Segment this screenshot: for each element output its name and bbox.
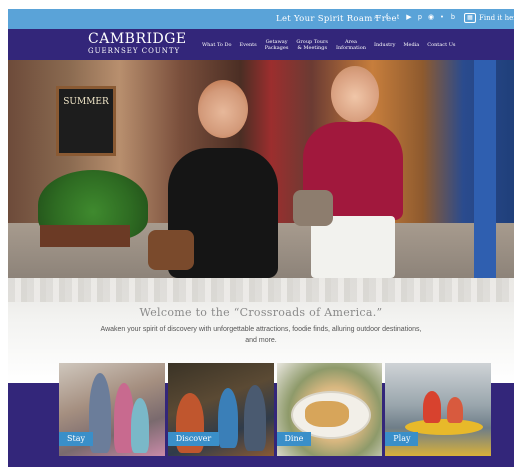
map-icon: ▦: [464, 13, 476, 23]
page: Let Your Spirit Roam Free ⌕ f t ▶ p ◉ • …: [0, 0, 520, 467]
logo-line-1: CAMBRIDGE: [88, 31, 187, 47]
category-cards: Stay Discover Dine Play: [59, 363, 491, 456]
card-label-discover: Discover: [167, 432, 220, 446]
hero-photo: SUMMER: [8, 60, 514, 278]
nav-item-getaway-packages[interactable]: Getaway Packages: [261, 39, 293, 51]
blogger-icon[interactable]: b: [449, 14, 457, 22]
chalkboard-sign: SUMMER: [56, 86, 116, 156]
card-discover[interactable]: Discover: [167, 363, 274, 456]
top-utility-bar: Let Your Spirit Roam Free ⌕ f t ▶ p ◉ • …: [8, 9, 520, 29]
leather-bag: [148, 230, 194, 270]
welcome-subtitle: Awaken your spirit of discovery with unf…: [100, 326, 422, 344]
find-it-here-link[interactable]: ▦ Find it here: [464, 13, 520, 23]
card-stay[interactable]: Stay: [59, 363, 165, 456]
card-dine[interactable]: Dine: [276, 363, 383, 456]
main-navigation: CAMBRIDGE GUERNSEY COUNTY What To Do Eve…: [8, 29, 514, 60]
paddler: [423, 391, 442, 423]
pinterest-icon[interactable]: p: [416, 14, 424, 22]
nav-item-events[interactable]: Events: [236, 42, 261, 48]
handbag: [293, 190, 333, 226]
welcome-title: Welcome to the “Crossroads of America.”: [139, 306, 383, 319]
adult-figure: [243, 385, 266, 451]
social-icons: ⌕ f t ▶ p ◉ • b: [372, 14, 457, 22]
nav-item-group-tours[interactable]: Group Tours & Meetings: [292, 39, 332, 51]
twitter-icon[interactable]: t: [394, 14, 402, 22]
woman-red-shirt: [293, 60, 413, 278]
nav-item-area-information[interactable]: Area Information: [332, 39, 370, 51]
logo-line-2: GUERNSEY COUNTY: [88, 47, 181, 55]
nav-item-industry[interactable]: Industry: [370, 42, 399, 48]
woman-black-shirt: [148, 76, 288, 278]
card-label-stay: Stay: [59, 432, 93, 446]
nav-item-media[interactable]: Media: [399, 42, 423, 48]
card-label-dine: Dine: [276, 432, 312, 446]
youtube-icon[interactable]: ▶: [405, 14, 413, 22]
card-label-play: Play: [385, 432, 419, 446]
food-portion: [304, 401, 349, 427]
search-icon[interactable]: ⌕: [372, 14, 380, 22]
nav-item-what-to-do[interactable]: What To Do: [198, 42, 236, 48]
sign-text: SUMMER: [63, 97, 109, 107]
find-it-here-label: Find it here: [479, 14, 520, 22]
family-figure: [131, 398, 149, 453]
blue-storefront-pillar: [474, 60, 496, 278]
instagram-icon[interactable]: ◉: [427, 14, 435, 22]
facebook-icon[interactable]: f: [383, 14, 391, 22]
paint-texture-divider: [8, 278, 514, 302]
nav-item-contact-us[interactable]: Contact Us: [423, 42, 459, 48]
card-play[interactable]: Play: [385, 363, 491, 456]
face: [331, 66, 379, 122]
paddler: [447, 397, 464, 423]
child-figure: [217, 388, 238, 448]
wooden-cart: [40, 225, 130, 247]
site-logo[interactable]: CAMBRIDGE GUERNSEY COUNTY: [88, 31, 187, 58]
nav-menu: What To Do Events Getaway Packages Group…: [198, 29, 459, 60]
flickr-icon[interactable]: •: [438, 14, 446, 22]
face: [198, 80, 248, 138]
